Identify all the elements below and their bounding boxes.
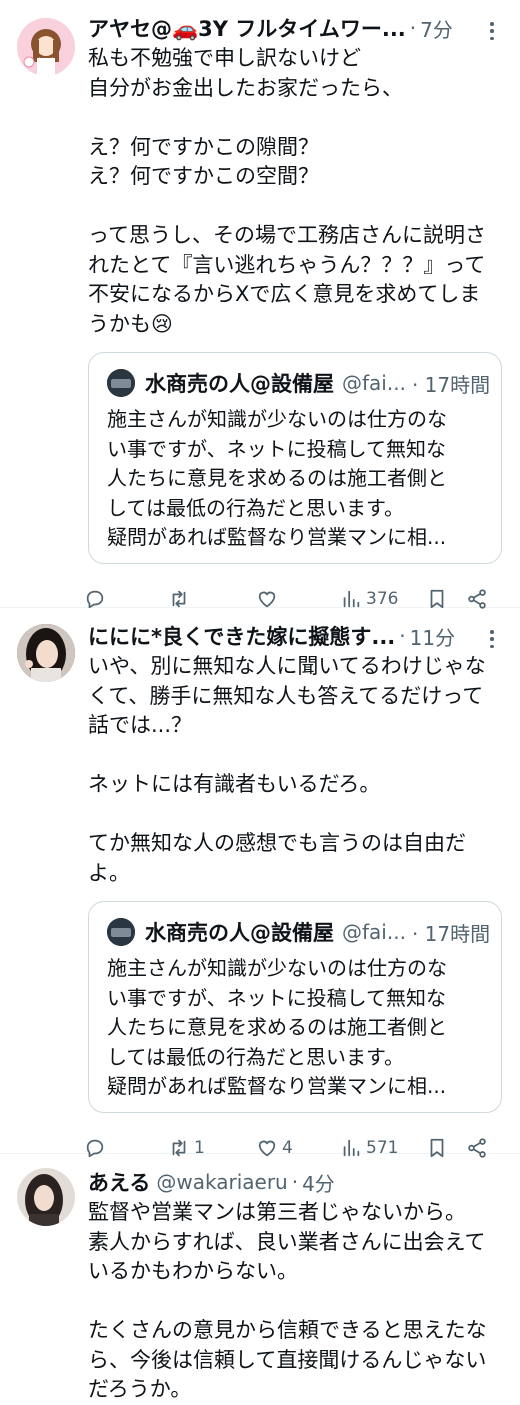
tweet[interactable]: あえる @wakariaeru · 4分 監督や営業マンは第三者じゃないから。 … [0, 1154, 520, 1401]
quote-header: 水商売の人@設備屋 @fai... · 17時間 [107, 916, 491, 948]
timestamp[interactable]: 7分 [420, 14, 453, 43]
avatar[interactable] [17, 1168, 75, 1226]
quote-timestamp: · 17時間 [411, 921, 491, 946]
more-icon[interactable] [484, 630, 500, 648]
tweet[interactable]: アヤセ@🚗3Y フルタイムワー... · 7分 私も不勉強で申し訳ないけど 自分… [0, 0, 520, 610]
avatar[interactable] [17, 624, 75, 682]
retweet-icon [172, 590, 186, 607]
display-name[interactable]: あえる [88, 1167, 150, 1197]
timeline: アヤセ@🚗3Y フルタイムワー... · 7分 私も不勉強で申し訳ないけど 自分… [0, 0, 520, 1401]
quote-display-name: 水商売の人@設備屋 [145, 372, 334, 396]
display-name[interactable]: アヤセ@🚗3Y フルタイムワー... [88, 13, 406, 43]
quote-avatar [107, 918, 135, 946]
heart-icon [258, 591, 276, 607]
separator-dot: · [291, 1170, 299, 1194]
views-button[interactable]: 376 [340, 588, 398, 610]
quote-handle: @fai... [342, 371, 406, 395]
share-icon [468, 588, 486, 609]
tweet-text: 監督や営業マンは第三者じゃないから。 素人からすれば、良い業者さんに出会えて い… [88, 1200, 487, 1401]
views-count: 376 [366, 588, 399, 609]
quote-header: 水商売の人@設備屋 @fai... · 17時間 [107, 367, 491, 399]
quote-text: 施主さんが知識が少ないのは仕方のな い事ですが、ネットに投稿して無知な 人たちに… [107, 407, 447, 549]
tweet-text: 私も不勉強で申し訳ないけど 自分がお金出したお家だったら、 え？何ですかこの隙間… [88, 46, 486, 336]
avatar[interactable] [17, 18, 75, 76]
quote-handle: @fai... [342, 920, 406, 944]
more-icon[interactable] [484, 22, 500, 40]
bookmark-button[interactable] [426, 588, 448, 610]
tweet-text: いや、別に無知な人に聞いてるわけじゃな くて、勝手に無知な人も答えてるだけって … [88, 654, 486, 885]
quote-avatar [107, 369, 135, 397]
share-button[interactable] [466, 588, 488, 610]
timestamp[interactable]: 4分 [302, 1168, 335, 1197]
quote-display-name: 水商売の人@設備屋 [145, 921, 334, 945]
bookmark-icon [430, 589, 444, 608]
retweet-button[interactable] [168, 588, 194, 610]
tweet[interactable]: ににに*良くできた嫁に擬態す... · 11分 いや、別に無知な人に聞いてるわけ… [0, 608, 520, 1158]
separator-dot: · [399, 624, 406, 648]
quote-tweet[interactable]: 水商売の人@設備屋 @fai... · 17時間 施主さんが知識が少ないのは仕方… [88, 352, 502, 564]
like-button[interactable] [256, 588, 282, 610]
separator-dot: · [409, 16, 417, 40]
tweet-header: あえる @wakariaeru · 4分 [88, 1166, 504, 1198]
reply-button[interactable] [84, 588, 110, 610]
reply-icon [86, 590, 104, 608]
timestamp[interactable]: 11分 [410, 622, 455, 651]
tweet-header: ににに*良くできた嫁に擬態す... · 11分 [88, 620, 504, 652]
quote-tweet[interactable]: 水商売の人@設備屋 @fai... · 17時間 施主さんが知識が少ないのは仕方… [88, 901, 502, 1113]
user-handle[interactable]: @wakariaeru [156, 1170, 287, 1194]
quote-timestamp: · 17時間 [411, 372, 491, 397]
views-icon [343, 590, 360, 607]
display-name[interactable]: ににに*良くできた嫁に擬態す... [88, 621, 395, 651]
tweet-header: アヤセ@🚗3Y フルタイムワー... · 7分 [88, 12, 504, 44]
quote-text: 施主さんが知識が少ないのは仕方のな い事ですが、ネットに投稿して無知な 人たちに… [107, 956, 447, 1098]
